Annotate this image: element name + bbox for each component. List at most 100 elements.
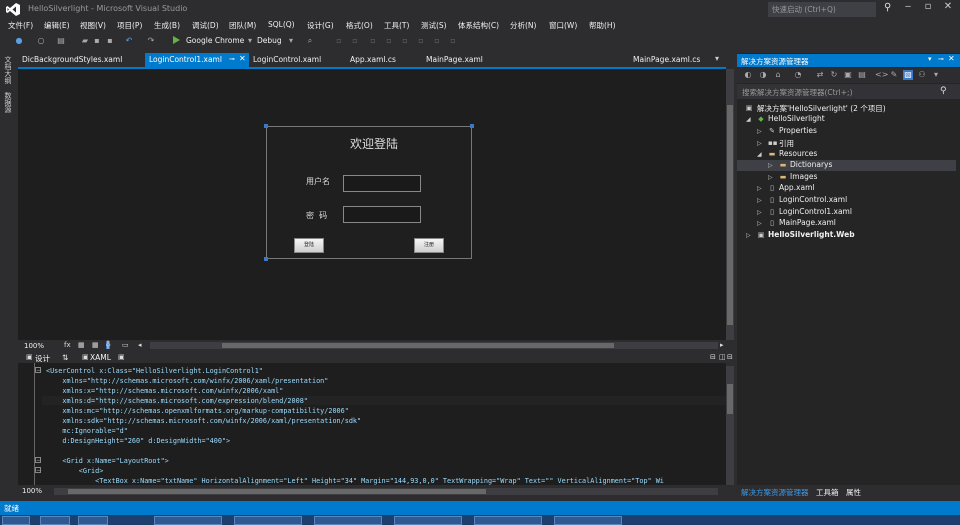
code-line[interactable]: xmlns="http://schemas.microsoft.com/winf…	[46, 377, 328, 385]
close-tab-icon[interactable]: ✕	[239, 54, 246, 63]
tab-overflow-icon[interactable]: ▾	[715, 54, 719, 63]
swap-panes-button[interactable]: ⇅	[62, 353, 68, 362]
designer-zoom-dropdown[interactable]: 100%	[24, 342, 44, 350]
scroll-right-icon[interactable]: ▸	[720, 341, 724, 349]
code-line[interactable]: <Grid x:Name="LayoutRoot">	[46, 457, 168, 465]
collapsed-arrow-icon[interactable]: ▷	[746, 232, 751, 239]
toolbar-icon[interactable]: ▫	[368, 36, 378, 46]
data-sources-tab[interactable]: 数据源	[3, 92, 13, 113]
menu-analyze[interactable]: 分析(N)	[510, 20, 536, 31]
collapsed-arrow-icon[interactable]: ▷	[757, 220, 762, 227]
code-line[interactable]: mc:Ignorable="d"	[46, 427, 127, 435]
preview-icon[interactable]: ▧	[903, 70, 913, 80]
code-line[interactable]: <UserControl x:Class="HelloSilverlight.L…	[46, 367, 263, 375]
save-all-icon[interactable]: ▪	[105, 36, 115, 46]
search-icon[interactable]: ⚲	[884, 2, 894, 14]
tab-toolbox[interactable]: 工具箱	[816, 487, 839, 498]
expanded-arrow-icon[interactable]: ◢	[746, 116, 751, 123]
collapsed-arrow-icon[interactable]: ▷	[757, 140, 762, 147]
taskbar-app[interactable]	[78, 516, 108, 525]
login-button[interactable]: 登陆	[294, 238, 324, 253]
design-view-icon[interactable]: ▣	[26, 353, 33, 361]
quick-launch-input[interactable]: 快速启动 (Ctrl+Q)	[768, 2, 876, 17]
save-icon[interactable]: ▪	[92, 36, 102, 46]
password-textbox[interactable]	[343, 206, 421, 223]
designer-hscroll-thumb[interactable]	[222, 343, 614, 348]
menu-project[interactable]: 项目(P)	[117, 20, 142, 31]
sync-icon[interactable]: ⇄	[815, 70, 825, 80]
forward-icon[interactable]: ◑	[758, 70, 768, 80]
menu-window[interactable]: 窗口(W)	[549, 20, 577, 31]
menu-design[interactable]: 设计(G)	[307, 20, 334, 31]
tree-item-app-xaml[interactable]: App.xaml	[779, 183, 814, 192]
toolbar-icon[interactable]: ▫	[350, 36, 360, 46]
artboard-icon[interactable]: ▭	[122, 341, 129, 349]
collapsed-arrow-icon[interactable]: ▷	[768, 162, 773, 169]
properties-icon[interactable]: ✎	[889, 70, 899, 80]
tab-properties[interactable]: 属性	[846, 487, 861, 498]
tree-item-logincontrol[interactable]: LoginControl.xaml	[779, 195, 847, 204]
selection-handle[interactable]	[264, 124, 268, 128]
collapsed-arrow-icon[interactable]: ▷	[757, 209, 762, 216]
tab-app-xaml-cs[interactable]: App.xaml.cs	[346, 53, 400, 67]
collapse-icon[interactable]: −	[35, 367, 41, 374]
redo-icon[interactable]: ↷	[146, 36, 156, 46]
taskbar-app[interactable]	[554, 516, 622, 525]
menu-build[interactable]: 生成(B)	[154, 20, 180, 31]
back-icon[interactable]: ◐	[743, 70, 753, 80]
collapse-pane-icon[interactable]: ▣	[118, 353, 125, 361]
tree-item-dictionarys[interactable]: Dictionarys	[790, 160, 832, 169]
taskbar-app[interactable]	[314, 516, 382, 525]
code-zoom-dropdown[interactable]: 100%	[22, 487, 42, 495]
start-button[interactable]	[2, 516, 30, 525]
code-line[interactable]: xmlns:sdk="http://schemas.microsoft.com/…	[46, 417, 361, 425]
tab-mainpage-xaml[interactable]: MainPage.xaml	[422, 53, 487, 67]
toggle-pane-icon[interactable]: ⊟	[727, 353, 733, 361]
collapse-icon[interactable]: −	[35, 467, 41, 474]
tab-xaml[interactable]: XAML	[90, 353, 111, 362]
search-icon[interactable]: ⚲	[940, 86, 947, 96]
forward-icon[interactable]: ○	[36, 36, 46, 46]
code-line[interactable]: xmlns:mc="http://schemas.openxmlformats.…	[46, 407, 348, 415]
toolbar-icon[interactable]: ▫	[448, 36, 458, 46]
menu-view[interactable]: 视图(V)	[80, 20, 106, 31]
formula-icon[interactable]: fx	[64, 341, 71, 349]
grid-icon[interactable]: ▦	[78, 341, 85, 349]
taskbar-app[interactable]	[394, 516, 462, 525]
menu-test[interactable]: 测试(S)	[421, 20, 447, 31]
selection-handle[interactable]	[470, 124, 474, 128]
show-all-files-icon[interactable]: ▤	[857, 70, 867, 80]
code-scroll-thumb[interactable]	[727, 384, 733, 414]
horizontal-split-icon[interactable]: ⊟	[710, 353, 716, 361]
taskbar-app[interactable]	[40, 516, 70, 525]
tree-item-web-project[interactable]: HelloSilverlight.Web	[768, 230, 855, 239]
solution-explorer-search-input[interactable]: 搜索解决方案资源管理器(Ctrl+;)	[737, 84, 960, 99]
tree-item-logincontrol1[interactable]: LoginControl1.xaml	[779, 207, 852, 216]
xaml-view-icon[interactable]: ▣	[82, 353, 89, 361]
new-project-icon[interactable]: ▤	[56, 36, 66, 46]
document-outline-tab[interactable]: 文档大纲	[3, 56, 13, 84]
toolbar-icon[interactable]: ▫	[432, 36, 442, 46]
taskbar-app[interactable]	[234, 516, 302, 525]
toolbar-icon[interactable]: ▫	[400, 36, 410, 46]
maximize-button[interactable]: ▫	[918, 1, 938, 16]
menu-tools[interactable]: 工具(T)	[384, 20, 409, 31]
code-line[interactable]: <TextBox x:Name="txtName" HorizontalAlig…	[46, 477, 726, 485]
pending-changes-icon[interactable]: ◔	[793, 70, 803, 80]
code-line[interactable]: xmlns:x="http://schemas.microsoft.com/wi…	[46, 387, 283, 395]
code-hscroll-thumb[interactable]	[68, 489, 486, 494]
chevron-down-icon[interactable]: ▾	[931, 70, 941, 80]
tree-item-mainpage[interactable]: MainPage.xaml	[779, 218, 836, 227]
home-icon[interactable]: ⌂	[773, 70, 783, 80]
tree-item-solution[interactable]: 解决方案'HelloSilverlight' (2 个项目)	[757, 103, 886, 114]
pin-icon[interactable]: ⊸	[938, 55, 944, 63]
tree-item-properties[interactable]: Properties	[779, 126, 817, 135]
minimize-button[interactable]: ‒	[898, 1, 918, 16]
tree-item-resources[interactable]: Resources	[779, 149, 817, 158]
register-button[interactable]: 注册	[414, 238, 444, 253]
pin-icon[interactable]: ⊸	[229, 55, 235, 63]
scroll-left-icon[interactable]: ◂	[138, 341, 142, 349]
snap-lines-icon[interactable]: ╬	[106, 341, 111, 349]
collapsed-arrow-icon[interactable]: ▷	[768, 174, 773, 181]
grid-snap-icon[interactable]: ▦	[92, 341, 99, 349]
